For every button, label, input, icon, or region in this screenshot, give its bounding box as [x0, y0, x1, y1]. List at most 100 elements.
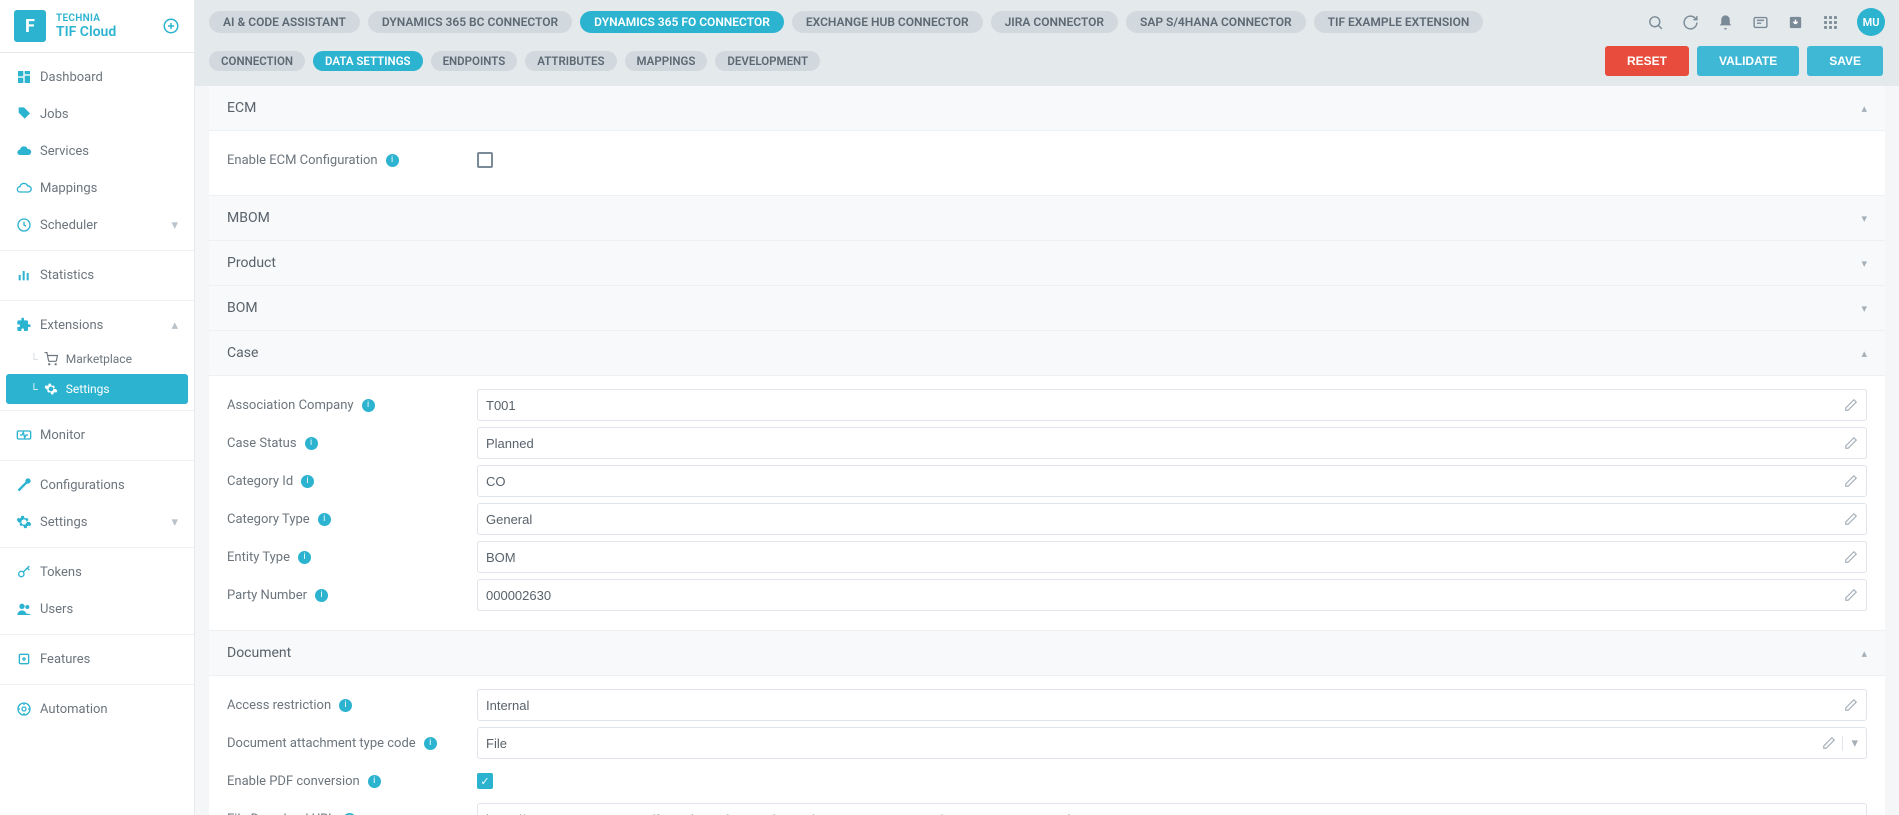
- nav-scheduler[interactable]: Scheduler ▾: [0, 207, 194, 244]
- heartbeat-icon: [16, 427, 40, 443]
- label-file-download-url: File Download URL: [227, 812, 335, 815]
- nav-dashboard[interactable]: Dashboard: [0, 59, 194, 96]
- nav-jobs[interactable]: Jobs: [0, 96, 194, 133]
- edit-icon[interactable]: [1844, 588, 1858, 602]
- label-category-type: Category Type: [227, 512, 310, 527]
- nav-marketplace[interactable]: └ Marketplace: [0, 344, 194, 374]
- chevron-down-icon[interactable]: ▾: [1842, 736, 1858, 751]
- info-icon[interactable]: i: [315, 589, 328, 602]
- edit-icon[interactable]: [1844, 474, 1858, 488]
- nav-monitor[interactable]: Monitor: [0, 417, 194, 454]
- chevron-up-icon: ▴: [171, 318, 178, 333]
- input-file-download-url[interactable]: [477, 803, 1867, 815]
- section-mbom-head[interactable]: MBOM ▾: [209, 195, 1885, 240]
- info-icon[interactable]: i: [368, 775, 381, 788]
- bar-chart-icon: [16, 267, 40, 283]
- avatar[interactable]: MU: [1857, 8, 1885, 36]
- topbar-icons: MU: [1647, 8, 1885, 36]
- info-icon[interactable]: i: [298, 551, 311, 564]
- tab-secondary[interactable]: DEVELOPMENT: [715, 51, 820, 71]
- checkbox-enable-ecm[interactable]: [477, 152, 493, 168]
- add-icon[interactable]: [162, 17, 180, 35]
- nav-statistics[interactable]: Statistics: [0, 257, 194, 294]
- input-category-id[interactable]: [477, 465, 1867, 497]
- nav-users[interactable]: Users: [0, 591, 194, 628]
- message-icon[interactable]: [1752, 14, 1769, 31]
- section-bom-head[interactable]: BOM ▾: [209, 285, 1885, 330]
- logo-icon: F: [14, 10, 46, 42]
- info-icon[interactable]: i: [318, 513, 331, 526]
- nav-configurations[interactable]: Configurations: [0, 467, 194, 504]
- caret-up-icon: ▴: [1861, 647, 1867, 660]
- tabs-secondary: CONNECTION DATA SETTINGS ENDPOINTS ATTRIBUT…: [209, 51, 1597, 71]
- tab-secondary[interactable]: CONNECTION: [209, 51, 305, 71]
- info-icon[interactable]: i: [362, 399, 375, 412]
- edit-icon[interactable]: [1844, 436, 1858, 450]
- input-access-restriction[interactable]: [477, 689, 1867, 721]
- info-icon[interactable]: i: [301, 475, 314, 488]
- clock-icon: [16, 217, 40, 233]
- tab-primary[interactable]: EXCHANGE HUB CONNECTOR: [792, 11, 983, 33]
- nav-tokens[interactable]: Tokens: [0, 554, 194, 591]
- nav-features[interactable]: Features: [0, 641, 194, 678]
- info-icon[interactable]: i: [339, 699, 352, 712]
- tab-primary[interactable]: AI & CODE ASSISTANT: [209, 11, 360, 33]
- apps-icon[interactable]: [1822, 14, 1839, 31]
- input-assoc-company[interactable]: [477, 389, 1867, 421]
- tab-primary[interactable]: TIF EXAMPLE EXTENSION: [1314, 11, 1484, 33]
- section-ecm-head[interactable]: ECM ▴: [209, 86, 1885, 130]
- info-icon[interactable]: i: [305, 437, 318, 450]
- nav-ext-settings[interactable]: └ Settings: [6, 374, 188, 404]
- info-icon[interactable]: i: [424, 737, 437, 750]
- info-icon[interactable]: i: [386, 154, 399, 167]
- save-button[interactable]: SAVE: [1807, 46, 1883, 76]
- sidebar: F TECHNIA TIF Cloud Dashboard Jobs Servi…: [0, 0, 195, 815]
- input-party-number[interactable]: [477, 579, 1867, 611]
- input-attach-type-code[interactable]: ▾: [477, 727, 1867, 759]
- tab-secondary[interactable]: ENDPOINTS: [431, 51, 518, 71]
- tab-secondary[interactable]: MAPPINGS: [625, 51, 708, 71]
- search-icon[interactable]: [1647, 14, 1664, 31]
- brand-top: TECHNIA: [56, 13, 162, 24]
- label-enable-pdf: Enable PDF conversion: [227, 774, 360, 789]
- tab-secondary[interactable]: ATTRIBUTES: [525, 51, 616, 71]
- label-assoc-company: Association Company: [227, 398, 354, 413]
- label-party-number: Party Number: [227, 588, 307, 603]
- wrench-icon: [16, 477, 40, 493]
- checkbox-enable-pdf[interactable]: ✓: [477, 773, 493, 789]
- nav-services[interactable]: Services: [0, 133, 194, 170]
- input-entity-type[interactable]: [477, 541, 1867, 573]
- nav-mappings[interactable]: Mappings: [0, 170, 194, 207]
- section-document-body: Access restrictioni Document attachment …: [209, 675, 1885, 815]
- edit-icon[interactable]: [1844, 512, 1858, 526]
- tab-secondary[interactable]: DATA SETTINGS: [313, 51, 423, 71]
- edit-icon[interactable]: [1844, 550, 1858, 564]
- caret-down-icon: ▾: [1861, 302, 1867, 315]
- input-category-type[interactable]: [477, 503, 1867, 535]
- refresh-icon[interactable]: [1682, 14, 1699, 31]
- section-case-head[interactable]: Case ▴: [209, 330, 1885, 375]
- tab-primary[interactable]: DYNAMICS 365 FO CONNECTOR: [580, 11, 784, 33]
- edit-icon[interactable]: [1822, 736, 1836, 750]
- sidebar-header: F TECHNIA TIF Cloud: [0, 0, 194, 53]
- nav-settings[interactable]: Settings ▾: [0, 504, 194, 541]
- reset-button[interactable]: RESET: [1605, 46, 1689, 76]
- tab-primary[interactable]: SAP S/4HANA CONNECTOR: [1126, 11, 1306, 33]
- validate-button[interactable]: VALIDATE: [1697, 46, 1799, 76]
- tabs-primary: AI & CODE ASSISTANT DYNAMICS 365 BC CONNE…: [209, 8, 1885, 36]
- nav-automation[interactable]: Automation: [0, 691, 194, 728]
- nav-extensions[interactable]: Extensions ▴: [0, 307, 194, 344]
- section-document-head[interactable]: Document ▴: [209, 630, 1885, 675]
- edit-icon[interactable]: [1844, 398, 1858, 412]
- input-case-status[interactable]: [477, 427, 1867, 459]
- tab-primary[interactable]: JIRA CONNECTOR: [991, 11, 1118, 33]
- automation-icon: [16, 701, 40, 717]
- caret-down-icon: ▾: [1861, 212, 1867, 225]
- download-icon[interactable]: [1787, 14, 1804, 31]
- bell-icon[interactable]: [1717, 14, 1734, 31]
- dashboard-icon: [16, 69, 40, 85]
- section-product-head[interactable]: Product ▾: [209, 240, 1885, 285]
- edit-icon[interactable]: [1844, 698, 1858, 712]
- tab-primary[interactable]: DYNAMICS 365 BC CONNECTOR: [368, 11, 572, 33]
- gear-icon: [44, 382, 66, 396]
